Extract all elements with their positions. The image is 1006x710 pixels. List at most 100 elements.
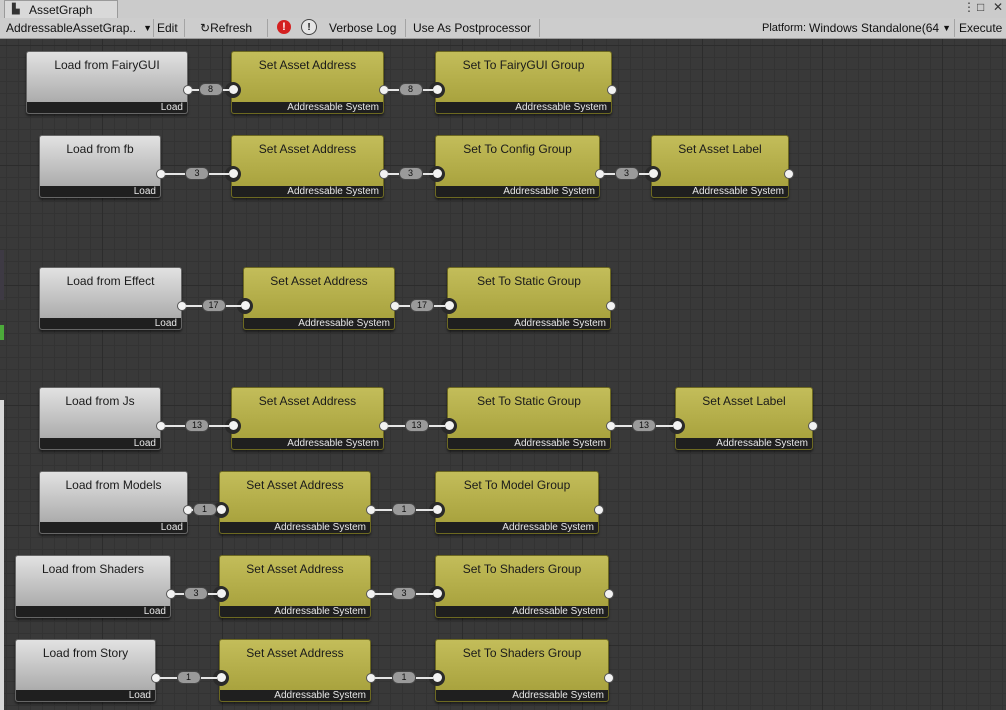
addressable-node[interactable]: Set To Model Group Addressable System [429,471,604,534]
asset-count-badge[interactable]: 1 [192,503,217,516]
node-type-label: Addressable System [652,186,788,197]
node-title: Set To Shaders Group [462,562,582,576]
node-type-label: Load [40,186,160,197]
addressable-node[interactable]: Set Asset Address Addressable System [237,267,400,330]
asset-count-badge[interactable]: 3 [614,167,639,180]
addressable-node[interactable]: Set To Shaders Group Addressable System [429,555,614,618]
execute-button[interactable]: Execute [959,18,1002,38]
node-type-label: Addressable System [448,438,610,449]
node-title: Set Asset Address [270,274,368,288]
output-port[interactable] [607,85,617,95]
node-type-label: Addressable System [232,102,383,113]
node-type-label: Addressable System [676,438,812,449]
node-title: Set Asset Label [702,394,786,408]
addressable-node[interactable]: Set Asset Label Addressable System [645,135,794,198]
node-title: Set To Shaders Group [462,646,582,660]
node-type-label: Addressable System [436,102,611,113]
graph-select-label: AddressableAssetGrap.. [6,21,137,35]
load-node[interactable]: Load from fb Load [39,135,166,198]
output-port[interactable] [594,505,604,515]
node-type-label: Load [40,522,187,533]
asset-count-badge[interactable]: 17 [409,299,435,312]
use-as-postprocessor-toggle[interactable]: Use As Postprocessor [413,18,531,38]
node-title: Set Asset Address [258,58,357,72]
close-icon[interactable]: ✕ [993,0,1003,14]
side-panel-edge [0,325,4,340]
separator [153,19,154,37]
load-node[interactable]: Load from Models Load [39,471,193,534]
node-title: Set To FairyGUI Group [462,58,585,72]
asset-count-badge[interactable]: 13 [404,419,429,432]
node-type-label: Addressable System [220,606,370,617]
node-type-label: Addressable System [436,606,608,617]
asset-count-badge[interactable]: 1 [392,503,416,516]
output-port[interactable] [808,421,818,431]
node-title: Load from Shaders [41,562,145,576]
output-port[interactable] [606,301,616,311]
maximize-icon[interactable]: □ [977,0,984,14]
platform-value: Windows Standalone(64 [809,21,940,35]
node-title: Set To Config Group [463,142,572,156]
asset-count-badge[interactable]: 13 [184,419,210,432]
node-type-label: Load [27,102,187,113]
node-type-label: Addressable System [232,186,383,197]
load-node[interactable]: Load from Shaders Load [15,555,176,618]
node-title: Set Asset Address [258,142,357,156]
separator [405,19,406,37]
load-node[interactable]: Load from FairyGUI Load [26,51,193,114]
refresh-icon: ↻ [200,21,211,35]
node-title: Set Asset Label [678,142,762,156]
graph-select-dropdown[interactable]: AddressableAssetGrap.. ▼ [6,18,152,38]
edit-button[interactable]: Edit [157,18,178,38]
asset-count-badge[interactable]: 1 [392,671,416,684]
menu-icon[interactable]: ⋮ [963,0,975,14]
node-title: Set Asset Address [246,478,344,492]
output-port[interactable] [604,673,614,683]
node-type-label: Addressable System [436,522,598,533]
verbose-log-toggle[interactable]: Verbose Log [329,18,396,38]
asset-count-badge[interactable]: 8 [398,83,423,96]
load-node[interactable]: Load from Effect Load [39,267,187,330]
side-panel-edge [0,400,4,710]
separator [539,19,540,37]
asset-count-badge[interactable]: 13 [631,419,657,432]
asset-count-badge[interactable]: 17 [201,299,226,312]
addressable-node[interactable]: Set Asset Address Addressable System [225,135,389,198]
asset-count-badge[interactable]: 3 [398,167,423,180]
asset-graph-tab[interactable]: ▙ AssetGraph [4,0,118,19]
addressable-node[interactable]: Set Asset Address Addressable System [213,555,376,618]
addressable-node[interactable]: Set Asset Address Addressable System [225,51,389,114]
asset-count-badge[interactable]: 1 [176,671,201,684]
output-port[interactable] [784,169,794,179]
addressable-node[interactable]: Set Asset Address Addressable System [225,387,389,450]
addressable-node[interactable]: Set To FairyGUI Group Addressable System [429,51,617,114]
asset-count-badge[interactable]: 3 [184,587,208,600]
addressable-node[interactable]: Set Asset Address Addressable System [213,639,376,702]
load-node[interactable]: Load from Js Load [39,387,166,450]
addressable-node[interactable]: Set To Shaders Group Addressable System [429,639,614,702]
node-type-label: Addressable System [436,186,599,197]
output-port[interactable] [604,589,614,599]
error-icon[interactable]: ! [277,20,291,34]
graph-canvas[interactable]: Load from FairyGUI Load Set Asset Address A… [0,39,1006,710]
node-type-label: Addressable System [232,438,383,449]
addressable-node[interactable]: Set To Config Group Addressable System [429,135,605,198]
chevron-down-icon: ▼ [942,23,951,33]
window-titlebar: ▙ AssetGraph ⋮ □ ✕ [0,0,1006,19]
chevron-down-icon: ▼ [143,23,152,33]
addressable-node[interactable]: Set Asset Label Addressable System [669,387,818,450]
node-type-label: Load [40,438,160,449]
node-title: Load from fb [66,142,134,156]
asset-count-badge[interactable]: 8 [198,83,223,96]
load-node[interactable]: Load from Story Load [15,639,161,702]
addressable-node[interactable]: Set To Static Group Addressable System [441,387,616,450]
refresh-button[interactable]: ↻Refresh [200,18,252,38]
refresh-label: Refresh [210,21,253,35]
warning-icon[interactable]: ! [301,19,317,35]
asset-count-badge[interactable]: 3 [392,587,416,600]
addressable-node[interactable]: Set Asset Address Addressable System [213,471,376,534]
node-title: Set To Model Group [463,478,571,492]
addressable-node[interactable]: Set To Static Group Addressable System [441,267,616,330]
asset-count-badge[interactable]: 3 [185,167,209,180]
platform-dropdown[interactable]: Windows Standalone(64 ▼ [809,18,953,38]
